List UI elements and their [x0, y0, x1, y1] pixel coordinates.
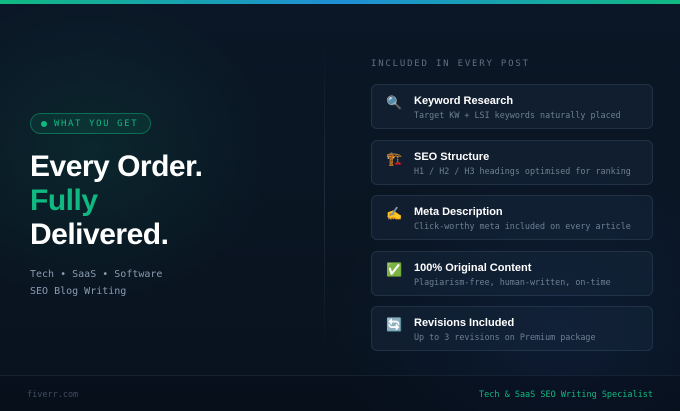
- feature-title: Revisions Included: [414, 317, 515, 329]
- badge-dot-icon: [41, 120, 47, 127]
- feature-description: Click-worthy meta included on every arti…: [414, 221, 631, 231]
- footer: fiverr.com Tech & SaaS SEO Writing Speci…: [0, 375, 680, 411]
- promo-card: WHAT YOU GET Every Order. Fully Delivere…: [0, 0, 680, 411]
- feature-title: SEO Structure: [414, 150, 490, 163]
- headline-line-3: Delivered.: [30, 218, 169, 251]
- magnifier-icon: 🔍: [386, 95, 403, 110]
- footer-site: fiverr.com: [27, 390, 79, 400]
- feature-description: Target KW + LSI keywords naturally place…: [414, 110, 621, 120]
- construction-crane-icon: 🏗️: [386, 150, 403, 166]
- feature-description: Up to 3 revisions on Premium package: [414, 332, 596, 342]
- feature-title: 100% Original Content: [414, 261, 532, 274]
- footer-tagline: Tech & SaaS SEO Writing Specialist: [479, 390, 653, 400]
- section-label: INCLUDED IN EVERY POST: [371, 59, 530, 69]
- feature-card-original-content: ✅ 100% Original Content Plagiarism-free,…: [371, 250, 653, 296]
- feature-card-meta-description: ✍️ Meta Description Click-worthy meta in…: [371, 195, 653, 240]
- feature-description: H1 / H2 / H3 headings optimised for rank…: [414, 165, 631, 176]
- feature-card-revisions: 🔄 Revisions Included Up to 3 revisions o…: [371, 306, 653, 351]
- subtitle-line-2: SEO Blog Writing: [30, 286, 127, 297]
- refresh-arrows-icon: 🔄: [386, 317, 403, 332]
- feature-title: Meta Description: [414, 206, 503, 218]
- column-divider: [324, 40, 325, 360]
- subtitle-line-1: Tech • SaaS • Software: [30, 269, 163, 280]
- feature-card-keyword-research: 🔍 Keyword Research Target KW + LSI keywo…: [371, 84, 653, 129]
- feature-description: Plagiarism-free, human-written, on-time: [414, 276, 611, 287]
- headline-line-2: Fully: [30, 184, 98, 217]
- check-mark-icon: ✅: [386, 261, 403, 277]
- feature-list: 🔍 Keyword Research Target KW + LSI keywo…: [371, 84, 653, 362]
- badge-label: WHAT YOU GET: [54, 118, 139, 129]
- feature-card-seo-structure: 🏗️ SEO Structure H1 / H2 / H3 headings o…: [371, 139, 653, 185]
- writing-hand-icon: ✍️: [386, 206, 403, 221]
- subtitle: Tech • SaaS • Software SEO Blog Writing: [30, 266, 162, 300]
- what-you-get-badge: WHAT YOU GET: [30, 113, 152, 134]
- headline-line-1: Every Order.: [30, 150, 203, 183]
- headline: Every Order. Fully Delivered.: [30, 150, 203, 252]
- top-gradient-bar: [0, 0, 680, 4]
- feature-title: Keyword Research: [414, 95, 514, 107]
